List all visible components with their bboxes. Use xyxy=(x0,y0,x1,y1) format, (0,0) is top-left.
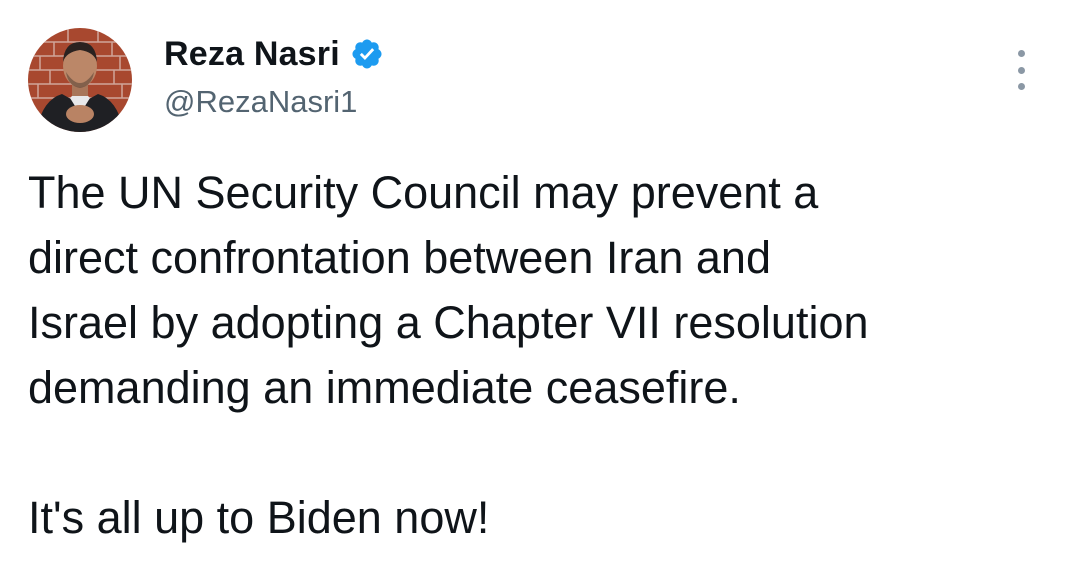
more-options-icon[interactable] xyxy=(1008,50,1034,90)
tweet-paragraph-1: The UN Security Council may prevent a di… xyxy=(28,167,869,413)
author-name-row: Reza Nasri xyxy=(164,34,384,74)
tweet-text: The UN Security Council may prevent a di… xyxy=(28,160,1038,550)
tweet-paragraph-2: It's all up to Biden now! xyxy=(28,492,490,543)
avatar[interactable] xyxy=(28,28,132,132)
more-dot xyxy=(1017,50,1025,57)
author-display-name[interactable]: Reza Nasri xyxy=(164,35,340,74)
tweet-card[interactable]: Reza Nasri @RezaNasri1 The UN Security C… xyxy=(0,0,1074,586)
author-handle[interactable]: @RezaNasri1 xyxy=(164,84,357,120)
more-dot xyxy=(1017,83,1025,90)
more-dot xyxy=(1017,66,1025,74)
verified-badge-icon xyxy=(350,37,384,71)
avatar-image xyxy=(28,28,132,132)
